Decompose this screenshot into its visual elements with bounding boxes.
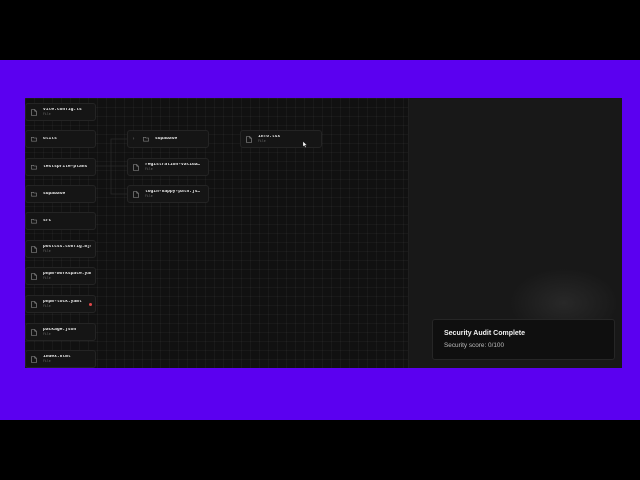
folder-icon [143, 136, 149, 143]
file-icon [31, 108, 37, 116]
node-type-label: File [43, 276, 51, 281]
folder-icon [31, 218, 37, 225]
node-type-label: File [145, 167, 153, 172]
mouse-pointer-icon [302, 141, 308, 148]
modified-dot-icon [89, 303, 92, 306]
node-type-label: File [258, 139, 266, 144]
node-label: utils [43, 136, 57, 141]
folder-node[interactable]: utils [25, 130, 96, 148]
folder-icon [31, 191, 37, 198]
file-node[interactable]: pnpm-workspace.yaml File [25, 267, 96, 285]
toast-title: Security Audit Complete [444, 330, 526, 337]
file-node[interactable]: login-happy-path.js… File [127, 185, 209, 203]
folder-icon [31, 164, 37, 171]
details-panel: Security Audit Complete Security score: … [408, 98, 622, 368]
folder-node[interactable]: testsprite-plans [25, 158, 96, 176]
folder-node[interactable]: src [25, 212, 96, 230]
node-label: supabase [155, 136, 178, 141]
folder-icon [31, 136, 37, 143]
file-node[interactable]: postcss.config.mjs File [25, 240, 96, 258]
folder-node[interactable]: supabase [25, 185, 96, 203]
node-type-label: File [43, 359, 51, 364]
app-window: vite.config.ts File utils testsprite-plans s… [25, 98, 622, 368]
node-type-label: File [43, 249, 51, 254]
node-label: src [43, 218, 52, 223]
file-icon [246, 135, 252, 143]
node-type-label: File [43, 332, 51, 337]
file-icon [31, 300, 37, 308]
node-label: testsprite-plans [43, 164, 88, 169]
file-node[interactable]: index.html File [25, 350, 96, 368]
file-node[interactable]: registration-valida… File [127, 158, 209, 176]
file-icon [31, 355, 37, 363]
chevron-right-icon[interactable]: › [132, 136, 138, 142]
file-node[interactable]: package.json File [25, 323, 96, 341]
file-icon [31, 245, 37, 253]
file-icon [31, 328, 37, 336]
folder-node[interactable]: › supabase [127, 130, 209, 148]
file-node[interactable]: pnpm-lock.yaml File [25, 295, 96, 313]
file-icon [133, 190, 139, 198]
node-label: supabase [43, 191, 66, 196]
file-icon [133, 163, 139, 171]
toast-description: Security score: 0/100 [444, 342, 505, 349]
file-node[interactable]: info.tsx File [240, 130, 322, 148]
node-type-label: File [43, 304, 51, 309]
node-label: registration-valida… [145, 162, 201, 167]
security-audit-toast[interactable]: Security Audit Complete Security score: … [432, 319, 615, 360]
file-node[interactable]: vite.config.ts File [25, 103, 96, 121]
file-graph-canvas[interactable]: vite.config.ts File utils testsprite-plans s… [25, 98, 408, 368]
node-label: login-happy-path.js… [145, 189, 201, 194]
node-type-label: File [43, 112, 51, 117]
node-type-label: File [145, 194, 153, 199]
file-icon [31, 272, 37, 280]
